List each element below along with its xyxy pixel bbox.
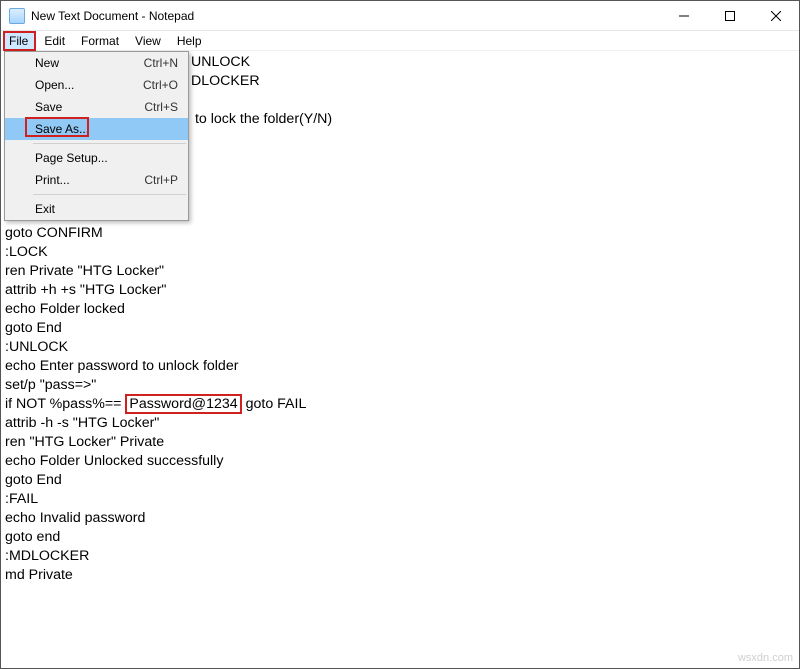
menu-item-label: Page Setup... — [35, 151, 178, 165]
menu-item-save[interactable]: Save Ctrl+S — [5, 96, 188, 118]
menu-view[interactable]: View — [127, 31, 169, 50]
maximize-button[interactable] — [707, 1, 753, 30]
menu-item-shortcut: Ctrl+P — [144, 173, 178, 187]
menu-separator — [33, 194, 186, 195]
code-line: :LOCK — [5, 244, 48, 260]
text-fragment: UNLOCK — [191, 54, 250, 70]
code-line: ren "HTG Locker" Private — [5, 434, 164, 450]
titlebar: New Text Document - Notepad — [1, 1, 799, 31]
menubar: File Edit Format View Help — [1, 31, 799, 51]
window-title: New Text Document - Notepad — [31, 9, 194, 23]
text-fragment: DLOCKER — [191, 73, 260, 89]
menu-item-label: Exit — [35, 202, 178, 216]
watermark: wsxdn.com — [738, 652, 793, 664]
menu-help[interactable]: Help — [169, 31, 210, 50]
menu-item-exit[interactable]: Exit — [5, 198, 188, 220]
file-menu-dropdown: New Ctrl+N Open... Ctrl+O Save Ctrl+S Sa… — [4, 51, 189, 221]
menu-separator — [33, 143, 186, 144]
menu-item-print[interactable]: Print... Ctrl+P — [5, 169, 188, 191]
menu-item-save-as[interactable]: Save As... — [5, 118, 188, 140]
menu-item-label: Save As... — [35, 122, 178, 136]
code-line: goto end — [5, 529, 60, 545]
menu-item-label: Save — [35, 100, 144, 114]
close-button[interactable] — [753, 1, 799, 30]
code-line: echo Folder locked — [5, 301, 125, 317]
code-line: ren Private "HTG Locker" — [5, 263, 164, 279]
menu-item-label: New — [35, 56, 144, 70]
code-line: :FAIL — [5, 491, 38, 507]
code-line: goto CONFIRM — [5, 225, 103, 241]
menu-file-label: File — [9, 34, 28, 48]
code-line: echo Enter password to unlock folder — [5, 358, 238, 374]
code-line: attrib -h -s "HTG Locker" — [5, 415, 159, 431]
minimize-button[interactable] — [661, 1, 707, 30]
code-line: md Private — [5, 567, 73, 583]
window-controls — [661, 1, 799, 30]
menu-format[interactable]: Format — [73, 31, 127, 50]
menu-item-label: Open... — [35, 78, 143, 92]
menu-edit[interactable]: Edit — [36, 31, 73, 50]
code-line: attrib +h +s "HTG Locker" — [5, 282, 166, 298]
text-fragment: to lock the folder(Y/N) — [191, 111, 332, 127]
code-line-password: if NOT %pass%== Password@1234 goto FAIL — [5, 394, 306, 414]
code-line: set/p "pass=>" — [5, 377, 96, 393]
menu-item-open[interactable]: Open... Ctrl+O — [5, 74, 188, 96]
code-line: :UNLOCK — [5, 339, 68, 355]
notepad-icon — [9, 8, 25, 24]
menu-item-label: Print... — [35, 173, 144, 187]
menu-item-new[interactable]: New Ctrl+N — [5, 52, 188, 74]
menu-item-shortcut: Ctrl+O — [143, 78, 178, 92]
menu-item-page-setup[interactable]: Page Setup... — [5, 147, 188, 169]
password-highlight: Password@1234 — [125, 394, 241, 414]
code-line: echo Folder Unlocked successfully — [5, 453, 223, 469]
code-line: goto End — [5, 320, 62, 336]
menu-file[interactable]: File — [3, 31, 36, 51]
code-line: :MDLOCKER — [5, 548, 89, 564]
menu-item-shortcut: Ctrl+N — [144, 56, 178, 70]
code-line: goto End — [5, 472, 62, 488]
menu-item-shortcut: Ctrl+S — [144, 100, 178, 114]
code-line: echo Invalid password — [5, 510, 145, 526]
